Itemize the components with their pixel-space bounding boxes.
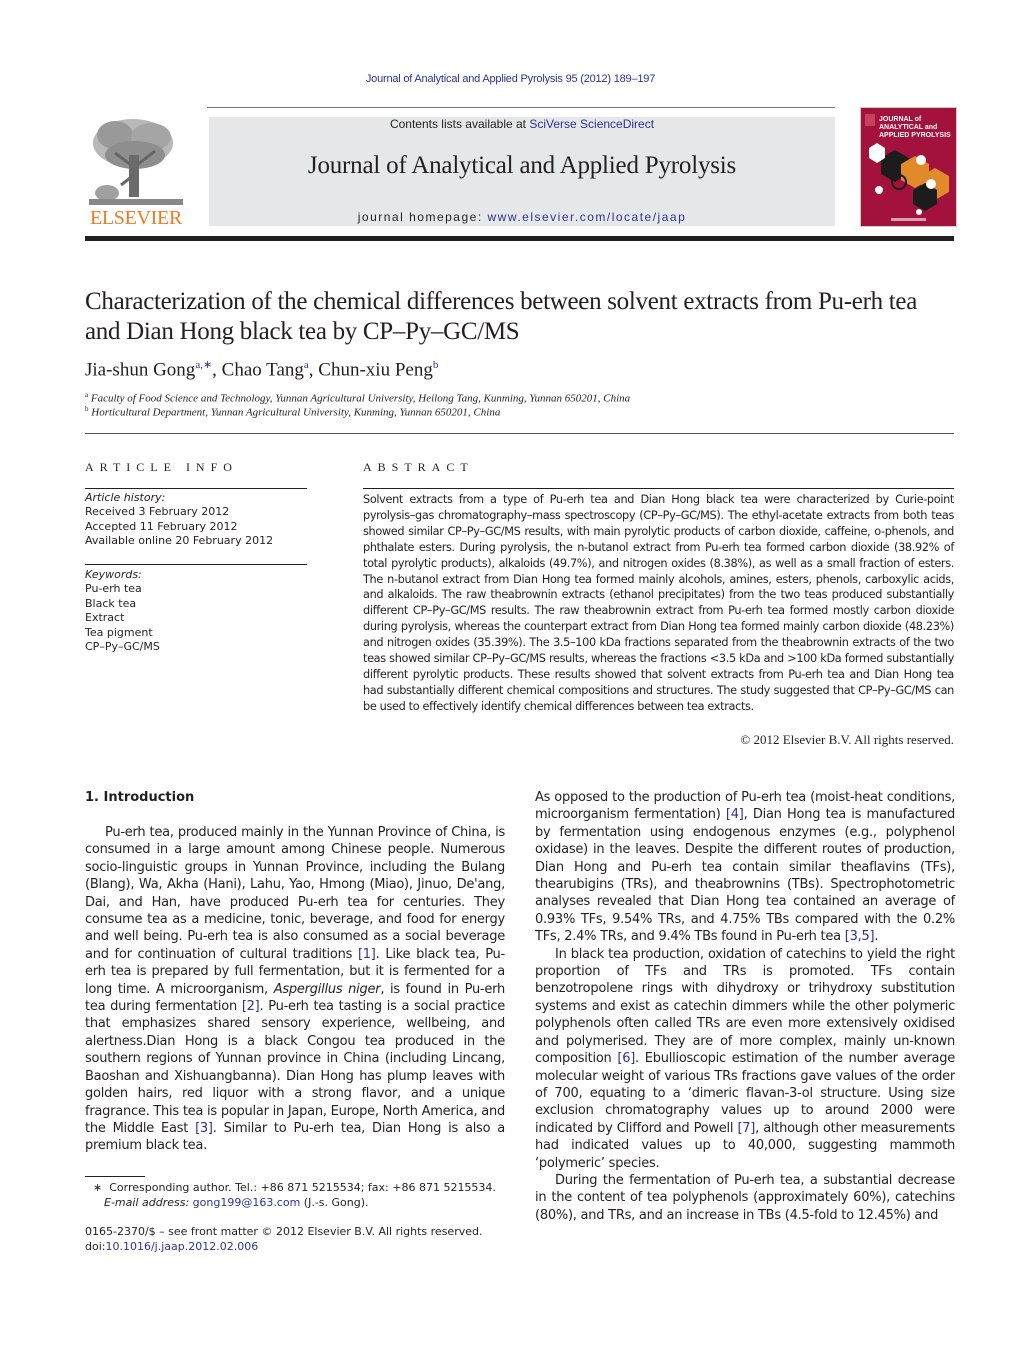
- paragraph-text: .: [874, 929, 879, 945]
- body-paragraph: Pu-erh tea, produced mainly in the Yunna…: [85, 824, 505, 1155]
- paragraph-text: During the fermentation of Pu-erh tea, a…: [535, 1172, 955, 1223]
- author-name[interactable]: Jia-shun Gong: [85, 359, 195, 380]
- reference-link[interactable]: [3,5]: [845, 929, 875, 944]
- front-matter-info: 0165-2370/$ – see front matter © 2012 El…: [85, 1225, 482, 1254]
- body-paragraph: During the fermentation of Pu-erh tea, a…: [535, 1172, 955, 1224]
- journal-title: Journal of Analytical and Applied Pyroly…: [307, 152, 737, 179]
- keyword: Black tea: [85, 596, 137, 610]
- history-received: Received 3 February 2012: [85, 505, 230, 519]
- body-paragraph: In black tea production, oxidation of ca…: [535, 946, 955, 1172]
- cover-title-line: APPLIED PYROLYSIS: [879, 132, 951, 139]
- author-list: Jia-shun Gonga,∗, Chao Tanga, Chun-xiu P…: [85, 359, 439, 381]
- homepage-prefix: journal homepage:: [357, 210, 488, 224]
- email-label: E-mail address:: [104, 1195, 190, 1209]
- abstract-heading: ABSTRACT: [363, 460, 474, 474]
- footnote-divider: [85, 1176, 145, 1177]
- keywords-label: Keywords:: [85, 568, 142, 581]
- contents-prefix: Contents lists available at: [389, 117, 530, 131]
- article-title: Characterization of the chemical differe…: [85, 288, 917, 345]
- keyword: CP–Py–GC/MS: [85, 640, 160, 654]
- journal-homepage-line: journal homepage: www.elsevier.com/locat…: [209, 210, 835, 224]
- affiliation-mark: a: [85, 391, 89, 399]
- issn-line: 0165-2370/$ – see front matter © 2012 El…: [85, 1225, 483, 1238]
- elsevier-logo[interactable]: ELSEVIER: [85, 115, 187, 230]
- elsevier-tree-icon: [85, 115, 187, 207]
- reference-link[interactable]: [4]: [726, 807, 744, 822]
- affiliation: a Faculty of Food Science and Technology…: [85, 391, 630, 405]
- header-thick-divider: [85, 236, 954, 241]
- paragraph-text: Pu-erh tea, produced mainly in the Yunna…: [85, 825, 505, 962]
- abstract-text: Solvent extracts from a type of Pu-erh t…: [363, 493, 954, 713]
- italic-term: Aspergillus niger: [273, 981, 381, 997]
- article-info-divider: [85, 488, 307, 489]
- body-column-left: Pu-erh tea, produced mainly in the Yunna…: [85, 824, 505, 1155]
- abstract-copyright: © 2012 Elsevier B.V. All rights reserved…: [740, 732, 954, 747]
- affiliation-text: Faculty of Food Science and Technology, …: [90, 392, 631, 405]
- body-paragraph: As opposed to the production of Pu-erh t…: [535, 789, 955, 946]
- keyword: Pu-erh tea: [85, 582, 142, 596]
- author-name[interactable]: Chun-xiu Peng: [318, 359, 433, 380]
- journal-cover-image[interactable]: JOURNAL of ANALYTICAL and APPLIED PYROLY…: [860, 107, 957, 227]
- keywords-divider: [85, 564, 307, 565]
- elsevier-wordmark: ELSEVIER: [89, 207, 183, 229]
- title-divider: [85, 433, 954, 434]
- reference-link[interactable]: [3]: [195, 1121, 213, 1136]
- reference-link[interactable]: [1]: [358, 947, 376, 962]
- author-name[interactable]: Chao Tang: [222, 359, 304, 380]
- email-link[interactable]: gong199@163.com: [193, 1196, 301, 1209]
- paragraph-text: , Dian Hong tea is manufactured by ferme…: [535, 807, 956, 945]
- affiliation: b Horticultural Department, Yunnan Agric…: [85, 405, 500, 419]
- header-divider: [207, 107, 835, 108]
- journal-citation-link[interactable]: Journal of Analytical and Applied Pyroly…: [0, 73, 1021, 85]
- author-affiliation-mark[interactable]: a,∗: [195, 359, 212, 371]
- history-online: Available online 20 February 2012: [85, 534, 274, 548]
- sciencedirect-link[interactable]: SciVerse ScienceDirect: [529, 117, 654, 131]
- reference-link[interactable]: [6]: [617, 1051, 635, 1066]
- paragraph-text: In black tea production, oxidation of ca…: [535, 946, 955, 1067]
- reference-link[interactable]: [7]: [737, 1121, 755, 1136]
- email-suffix: (J.-s. Gong).: [300, 1195, 369, 1209]
- keyword: Extract: [85, 611, 125, 625]
- keywords: Keywords: Pu-erh tea Black tea Extract T…: [85, 568, 160, 654]
- cover-title-line: JOURNAL of: [879, 116, 922, 123]
- author-affiliation-mark[interactable]: a: [304, 359, 309, 371]
- history-accepted: Accepted 11 February 2012: [85, 519, 238, 533]
- paragraph-text: . Pu-erh tea tasting is a social practic…: [85, 999, 505, 1136]
- history-label: Article history:: [85, 491, 166, 504]
- contents-available-line: Contents lists available at SciVerse Sci…: [209, 117, 835, 131]
- cover-title: JOURNAL of ANALYTICAL and APPLIED PYROLY…: [879, 116, 951, 140]
- journal-homepage-link[interactable]: www.elsevier.com/locate/jaap: [488, 210, 687, 224]
- article-info-heading: ARTICLE INFO: [85, 460, 238, 474]
- body-column-right: As opposed to the production of Pu-erh t…: [535, 789, 955, 1224]
- corresponding-author-footnote: ∗ Corresponding author. Tel.: +86 871 52…: [93, 1181, 496, 1210]
- article-history: Article history: Received 3 February 201…: [85, 491, 273, 549]
- abstract-divider: [363, 488, 954, 489]
- cover-title-line: ANALYTICAL and: [879, 124, 938, 131]
- footnote-marker: ∗: [93, 1181, 103, 1194]
- author-affiliation-mark[interactable]: b: [433, 359, 439, 371]
- section-heading-introduction: 1. Introduction: [85, 790, 195, 805]
- affiliation-mark: b: [85, 405, 89, 413]
- affiliation-text: Horticultural Department, Yunnan Agricul…: [91, 406, 501, 419]
- doi-link[interactable]: 10.1016/j.jaap.2012.02.006: [105, 1240, 258, 1253]
- corresponding-author-text: Corresponding author. Tel.: +86 871 5215…: [109, 1181, 496, 1194]
- reference-link[interactable]: [2]: [242, 999, 260, 1014]
- keyword: Tea pigment: [85, 625, 153, 639]
- doi-prefix: doi:: [85, 1239, 106, 1253]
